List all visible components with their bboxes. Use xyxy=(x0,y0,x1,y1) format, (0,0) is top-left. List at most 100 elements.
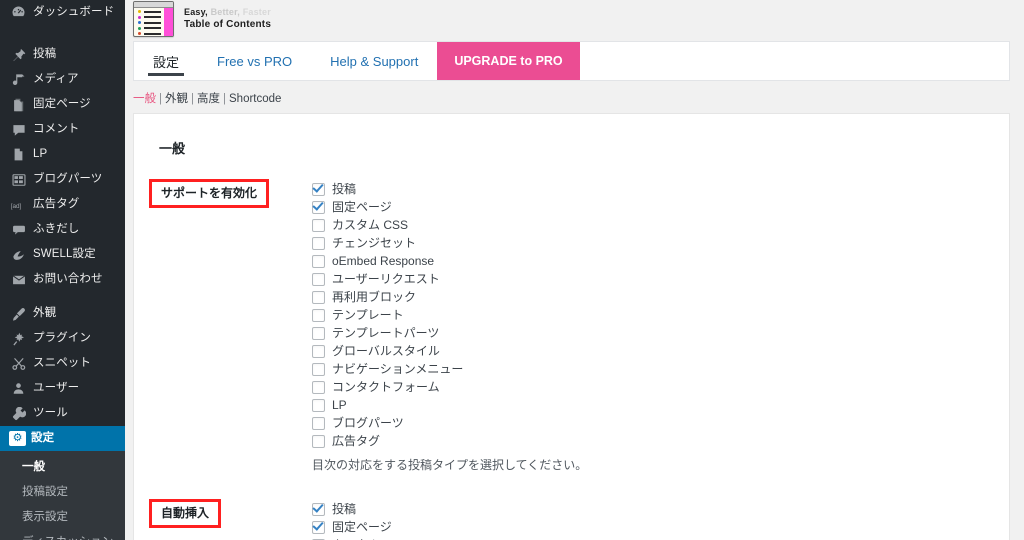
checkbox-unchecked-icon[interactable] xyxy=(312,254,325,268)
checkbox-unchecked-icon[interactable] xyxy=(312,308,325,322)
checkbox-item[interactable]: 再利用ブロック xyxy=(312,288,587,306)
blocks-icon xyxy=(9,170,28,189)
subnav-separator: | xyxy=(191,93,194,105)
checkbox-label: カスタム CSS xyxy=(332,536,408,540)
tab-2[interactable]: Help & Support xyxy=(311,42,437,80)
sidebar-item-label: コメント xyxy=(33,123,80,135)
checkbox-label: カスタム CSS xyxy=(332,218,409,232)
sidebar-item-13[interactable]: スニペット xyxy=(0,351,125,376)
plugin-icon xyxy=(9,329,28,348)
subnav-link-3[interactable]: Shortcode xyxy=(229,93,281,105)
sidebar-item-label: スニペット xyxy=(33,357,91,369)
settings-form-table: サポートを有効化 投稿 固定ページ カスタム CSS チェンジセット oEmbed Res… xyxy=(134,179,1009,540)
sidebar-item-3[interactable]: 固定ページ xyxy=(0,92,125,117)
sidebar-item-11[interactable]: 外観 xyxy=(0,301,125,326)
sidebar-item-5[interactable]: LP xyxy=(0,142,125,167)
tab-1[interactable]: Free vs PRO xyxy=(198,42,311,80)
submenu-item-3[interactable]: ディスカッション xyxy=(0,530,125,540)
checkbox-label: コンタクトフォーム xyxy=(332,380,440,394)
checkbox-label: ナビゲーションメニュー xyxy=(332,362,464,376)
checkbox-item[interactable]: oEmbed Response xyxy=(312,252,587,270)
checkbox-unchecked-icon[interactable] xyxy=(312,236,325,250)
checkbox-checked-icon[interactable] xyxy=(312,520,325,534)
comment-icon xyxy=(9,120,28,139)
sidebar-item-label: 投稿 xyxy=(33,48,57,60)
checkbox-unchecked-icon[interactable] xyxy=(312,326,325,340)
checkbox-unchecked-icon[interactable] xyxy=(312,380,325,394)
sidebar-item-label: ユーザー xyxy=(33,382,80,394)
checkbox-item[interactable]: 広告タグ xyxy=(312,432,587,450)
form-row-0: サポートを有効化 投稿 固定ページ カスタム CSS チェンジセット oEmbed Res… xyxy=(134,179,1009,473)
sidebar-item-label: 外観 xyxy=(33,307,57,319)
checkbox-item[interactable]: ナビゲーションメニュー xyxy=(312,360,587,378)
checkbox-unchecked-icon[interactable] xyxy=(312,344,325,358)
checkbox-item[interactable]: コンタクトフォーム xyxy=(312,378,587,396)
settings-subnav: 一般 | 外観 | 高度 | Shortcode xyxy=(125,81,1024,113)
checkbox-item[interactable]: カスタム CSS xyxy=(312,216,587,234)
sidebar-item-0[interactable]: ダッシュボード xyxy=(0,0,125,25)
sidebar-item-label: 広告タグ xyxy=(33,198,80,210)
form-row-field-cell: 投稿固定ページカスタム CSSチェンジセットoEmbed Responseユーザ… xyxy=(312,499,440,540)
tab-0[interactable]: 設定 xyxy=(134,42,198,80)
sidebar-item-label: SWELL設定 xyxy=(33,248,96,260)
sidebar-item-16[interactable]: ⚙ 設定 xyxy=(0,426,125,451)
checkbox-label: テンプレート xyxy=(332,308,404,322)
checkbox-checked-icon[interactable] xyxy=(312,200,325,214)
subnav-link-2[interactable]: 高度 xyxy=(197,93,220,105)
subnav-link-0[interactable]: 一般 xyxy=(133,93,156,105)
checkbox-item[interactable]: 固定ページ xyxy=(312,198,587,216)
subnav-link-1[interactable]: 外観 xyxy=(165,93,188,105)
submenu-item-1[interactable]: 投稿設定 xyxy=(0,480,125,505)
sidebar-item-10[interactable]: お問い合わせ xyxy=(0,267,125,292)
checkbox-item[interactable]: ブログパーツ xyxy=(312,414,587,432)
checkbox-item[interactable]: テンプレート xyxy=(312,306,587,324)
checkbox-label: チェンジセット xyxy=(332,236,417,250)
admin-sidebar: ダッシュボード 投稿メディア固定ページコメント LP ブログパーツ [ad] 広告タグふき… xyxy=(0,0,125,540)
checkbox-item[interactable]: LP xyxy=(312,396,587,414)
checkbox-unchecked-icon[interactable] xyxy=(312,218,325,232)
tagline-faster: Faster xyxy=(242,7,271,18)
checkbox-label: oEmbed Response xyxy=(332,254,435,268)
submenu-item-2[interactable]: 表示設定 xyxy=(0,505,125,530)
sidebar-item-9[interactable]: SWELL設定 xyxy=(0,242,125,267)
checkbox-item[interactable]: テンプレートパーツ xyxy=(312,324,587,342)
checkbox-unchecked-icon[interactable] xyxy=(312,416,325,430)
sidebar-item-6[interactable]: ブログパーツ xyxy=(0,167,125,192)
card-title: 一般 xyxy=(159,141,186,156)
sidebar-item-label: 固定ページ xyxy=(33,98,91,110)
sidebar-item-1[interactable]: 投稿 xyxy=(0,42,125,67)
checkbox-item[interactable]: 固定ページ xyxy=(312,518,440,536)
checkbox-unchecked-icon[interactable] xyxy=(312,434,325,448)
checkbox-item[interactable]: チェンジセット xyxy=(312,234,587,252)
checkbox-item[interactable]: 投稿 xyxy=(312,500,440,518)
svg-text:[ad]: [ad] xyxy=(11,202,22,209)
sidebar-item-14[interactable]: ユーザー xyxy=(0,376,125,401)
sidebar-item-2[interactable]: メディア xyxy=(0,67,125,92)
checkbox-item[interactable]: ユーザーリクエスト xyxy=(312,270,587,288)
checkbox-label: 固定ページ xyxy=(332,520,392,534)
checkbox-item[interactable]: 投稿 xyxy=(312,180,587,198)
subnav-separator: | xyxy=(223,93,226,105)
checkbox-unchecked-icon[interactable] xyxy=(312,398,325,412)
sidebar-item-15[interactable]: ツール xyxy=(0,401,125,426)
checkbox-checked-icon[interactable] xyxy=(312,182,325,196)
checkbox-unchecked-icon[interactable] xyxy=(312,290,325,304)
plugin-tagline: Easy, Better, Faster xyxy=(184,6,271,18)
plugin-name: Table of Contents xyxy=(184,19,272,31)
sidebar-item-8[interactable]: ふきだし xyxy=(0,217,125,242)
tab-3[interactable]: UPGRADE to PRO xyxy=(437,42,580,80)
sidebar-item-label: ダッシュボード xyxy=(33,6,115,18)
sidebar-item-7[interactable]: [ad] 広告タグ xyxy=(0,192,125,217)
checkbox-unchecked-icon[interactable] xyxy=(312,272,325,286)
mail-icon xyxy=(9,270,28,289)
checkbox-item[interactable]: グローバルスタイル xyxy=(312,342,587,360)
field-description: 目次の対応をする投稿タイプを選択してください。 xyxy=(312,458,588,472)
checkbox-checked-icon[interactable] xyxy=(312,502,325,516)
checkbox-item[interactable]: カスタム CSS xyxy=(312,536,440,540)
submenu-item-0[interactable]: 一般 xyxy=(0,455,125,480)
pin-icon xyxy=(9,45,28,64)
sidebar-item-12[interactable]: プラグイン xyxy=(0,326,125,351)
checkbox-label: 固定ページ xyxy=(332,200,392,214)
checkbox-unchecked-icon[interactable] xyxy=(312,362,325,376)
sidebar-item-4[interactable]: コメント xyxy=(0,117,125,142)
